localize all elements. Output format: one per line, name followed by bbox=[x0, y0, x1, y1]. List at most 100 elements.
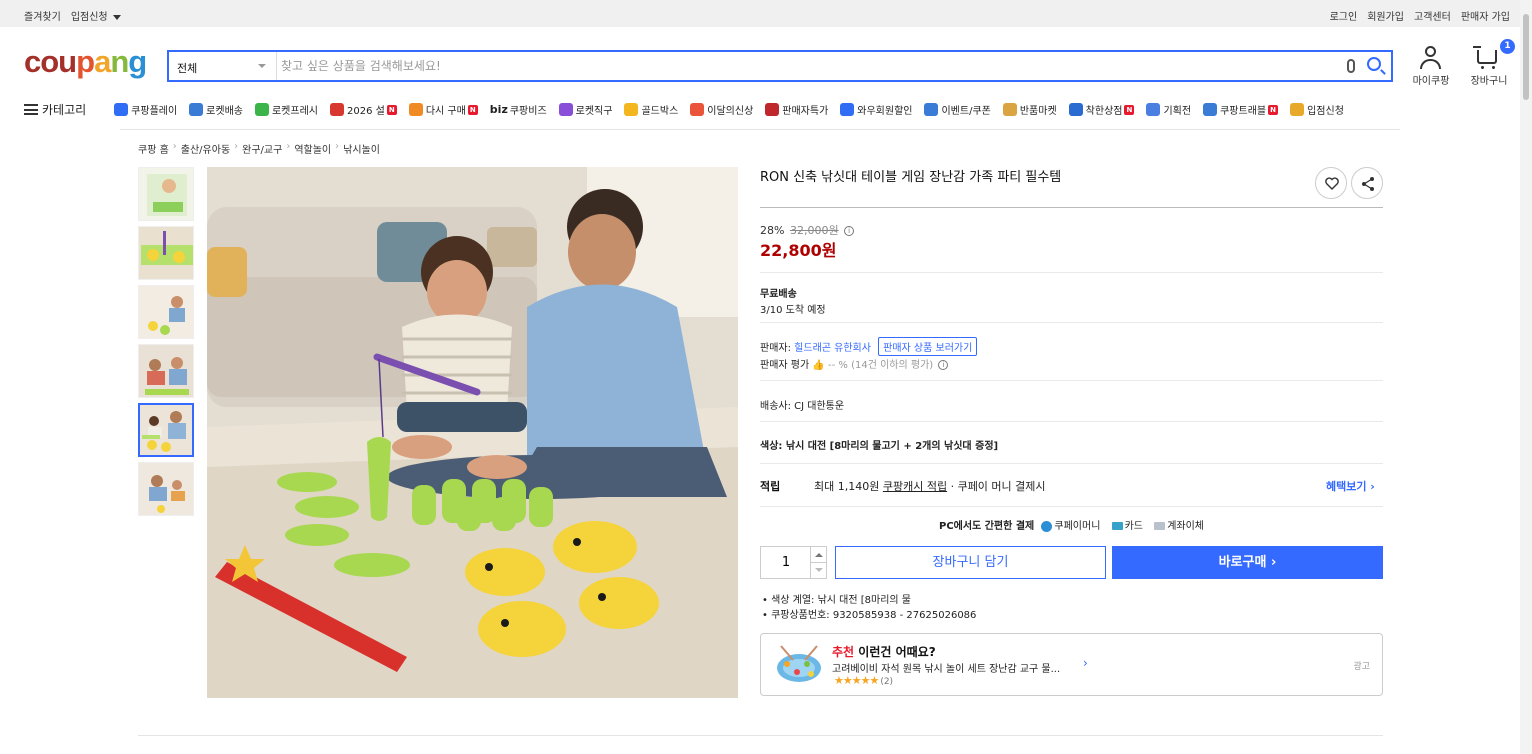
nav-item-8[interactable]: 이달의신상 bbox=[690, 102, 753, 117]
carrier: 배송사: CJ 대한통운 bbox=[760, 401, 845, 412]
nav-item-14[interactable]: 기획전 bbox=[1146, 102, 1191, 117]
nav-item-label: 골드박스 bbox=[641, 106, 679, 117]
nav-item-label: 2026 설 bbox=[346, 106, 385, 117]
nav-item-label: 로켓직구 bbox=[575, 106, 613, 117]
card-icon bbox=[1111, 522, 1123, 530]
sale-price: 22,800원 bbox=[760, 241, 837, 260]
thumbnail-6[interactable] bbox=[138, 462, 194, 516]
quantity-stepper bbox=[760, 546, 827, 579]
breadcrumb-link[interactable]: 쿠팡 홈 bbox=[138, 141, 169, 156]
arrival-date: 3/10 도착 예정 bbox=[760, 305, 826, 316]
nav-item-6[interactable]: 로켓직구 bbox=[558, 102, 613, 117]
new-badge: N bbox=[386, 104, 397, 115]
seller-divider bbox=[760, 380, 1383, 381]
login-link[interactable]: 로그인 bbox=[1330, 8, 1358, 23]
points-label: 적립 bbox=[760, 480, 781, 493]
nav-item-0[interactable]: 쿠팡플레이 bbox=[114, 102, 177, 117]
breadcrumb-separator-icon: › bbox=[335, 141, 340, 152]
category-menu-button[interactable]: 카테고리 bbox=[24, 101, 102, 118]
search-icon[interactable] bbox=[1367, 57, 1381, 71]
nav-item-12[interactable]: 반품마켓 bbox=[1002, 102, 1057, 117]
quantity-increase-button[interactable] bbox=[810, 547, 826, 563]
nav-item-5[interactable]: biz 쿠팡비즈 bbox=[490, 102, 547, 117]
breadcrumb-link[interactable]: 낚시놀이 bbox=[343, 141, 380, 156]
nav-item-1[interactable]: 로켓배송 bbox=[189, 102, 243, 117]
thumbnail-3[interactable] bbox=[138, 285, 194, 339]
quantity-decrease-button[interactable] bbox=[810, 563, 826, 579]
main-product-image[interactable] bbox=[207, 167, 738, 698]
nav-item-4[interactable]: 다시 구매 N bbox=[408, 102, 478, 117]
nav-item-11[interactable]: 이벤트/쿠폰 bbox=[924, 102, 991, 117]
nav-item-icon bbox=[329, 103, 344, 116]
nav-item-10[interactable]: 와우회원할인 bbox=[840, 102, 912, 117]
nav-item-3[interactable]: 2026 설N bbox=[329, 102, 397, 117]
points-divider bbox=[760, 506, 1383, 507]
breadcrumb-link[interactable]: 역할놀이 bbox=[294, 141, 331, 156]
nav-item-2[interactable]: 로켓프레시 bbox=[254, 102, 318, 117]
breadcrumb-link[interactable]: 출산/유아동 bbox=[181, 141, 230, 156]
nav-item-15[interactable]: 쿠팡트래블 N bbox=[1203, 102, 1279, 117]
recommendation-thumbnail bbox=[773, 642, 825, 688]
nav-item-icon bbox=[765, 103, 780, 116]
page-scrollbar[interactable] bbox=[1520, 0, 1532, 754]
breadcrumb-separator-icon: › bbox=[172, 141, 177, 152]
nav-item-16[interactable]: 입점신청 bbox=[1290, 102, 1344, 117]
thumbnail-1[interactable] bbox=[138, 167, 194, 221]
carrier-divider bbox=[760, 421, 1383, 422]
bookmark-link[interactable]: 즐겨찾기 bbox=[24, 8, 61, 23]
seller-row: 판매자: 힐드래곤 유한회사 판매자 상품 보러가기 bbox=[760, 337, 978, 356]
microphone-icon[interactable] bbox=[1347, 59, 1355, 73]
info-icon[interactable]: i bbox=[844, 226, 855, 236]
nav-item-9[interactable]: 판매자특가 bbox=[765, 102, 828, 117]
nav-item-7[interactable]: 골드박스 bbox=[624, 102, 678, 117]
seller-signup-link[interactable]: 판매자 가입 bbox=[1461, 8, 1510, 23]
nav-item-label: 이벤트/쿠폰 bbox=[941, 106, 991, 117]
buy-now-button[interactable]: 바로구매 › bbox=[1112, 546, 1383, 579]
thumbnail-list bbox=[138, 167, 194, 521]
mypage-button[interactable]: 마이쿠팡 bbox=[1403, 44, 1459, 87]
utility-bar: 즐겨찾기 입점신청 로그인 회원가입 고객센터 판매자 가입 bbox=[0, 0, 1532, 27]
thumbnail-2[interactable] bbox=[138, 226, 194, 280]
recommendation-card[interactable]: 추천 이런건 어때요? 고려베이비 자석 원목 낚시 놀이 세트 장난감 교구 … bbox=[760, 633, 1383, 696]
recommendation-product-name[interactable]: 고려베이비 자석 원목 낚시 놀이 세트 장난감 교구 물... bbox=[832, 660, 1060, 675]
thumbnail-5-selected[interactable] bbox=[138, 403, 194, 457]
wishlist-button[interactable] bbox=[1315, 167, 1347, 199]
category-nav: 카테고리 쿠팡플레이 로켓배송 로켓프레시 2026 설 N 다시 구매 Nbiz 쿠팡비즈 로… bbox=[24, 101, 1356, 118]
seller-products-button[interactable]: 판매자 상품 보러가기 bbox=[878, 337, 978, 356]
search-category-select[interactable]: 전체 bbox=[169, 52, 277, 80]
breadcrumb-link[interactable]: 완구/교구 bbox=[242, 141, 282, 156]
nav-item-icon bbox=[114, 103, 129, 116]
nav-item-label: 입점신청 bbox=[1307, 106, 1344, 117]
search-input[interactable] bbox=[281, 56, 1321, 76]
new-badge: N bbox=[467, 104, 478, 115]
add-to-cart-button[interactable]: 장바구니 담기 bbox=[835, 546, 1106, 579]
detail-item: 색상 계열: 낚시 대전 [8마리의 물 bbox=[762, 593, 976, 608]
cart-button[interactable]: 1 장바구니 bbox=[1461, 39, 1517, 87]
quantity-input[interactable] bbox=[761, 547, 811, 578]
user-icon bbox=[1420, 46, 1441, 70]
info-icon[interactable]: i bbox=[938, 360, 949, 370]
signup-link[interactable]: 회원가입 bbox=[1367, 8, 1404, 23]
nav-item-icon bbox=[254, 103, 269, 116]
customer-center-link[interactable]: 고객센터 bbox=[1414, 8, 1451, 23]
seller-name-link[interactable]: 힐드래곤 유한회사 bbox=[794, 343, 871, 354]
nav-item-icon bbox=[840, 103, 855, 116]
header-divider bbox=[120, 129, 1400, 130]
nav-item-13[interactable]: 착한상점 N bbox=[1068, 102, 1135, 117]
detail-item: 쿠팡상품번호: 9320585938 - 27625026086 bbox=[762, 608, 976, 623]
nav-item-icon bbox=[624, 103, 639, 116]
nav-item-label: 쿠팡플레이 bbox=[131, 106, 178, 117]
nav-item-icon bbox=[408, 103, 423, 116]
coupang-logo[interactable]: coupang bbox=[24, 44, 147, 80]
bank-transfer-icon bbox=[1154, 522, 1166, 530]
coupang-cash-link[interactable]: 쿠팡캐시 적립 bbox=[883, 480, 947, 493]
seller-apply-link[interactable]: 입점신청 bbox=[71, 8, 121, 23]
scrollbar-thumb[interactable] bbox=[1523, 14, 1529, 100]
breadcrumb: 쿠팡 홈 › 출산/유아동 › 완구/교구 › 역할놀이 › 낚시놀이 bbox=[138, 141, 380, 156]
chevron-right-icon[interactable]: › bbox=[1083, 656, 1088, 670]
benefit-link[interactable]: 혜택보기 › bbox=[1326, 478, 1375, 494]
color-option[interactable]: 색상: 낚시 대전 [8마리의 물고기 + 2개의 낚싯대 증정] bbox=[760, 437, 998, 452]
share-button[interactable] bbox=[1351, 167, 1383, 199]
recommendation-heading: 추천 이런건 어때요? bbox=[832, 645, 936, 659]
thumbnail-4[interactable] bbox=[138, 344, 194, 398]
